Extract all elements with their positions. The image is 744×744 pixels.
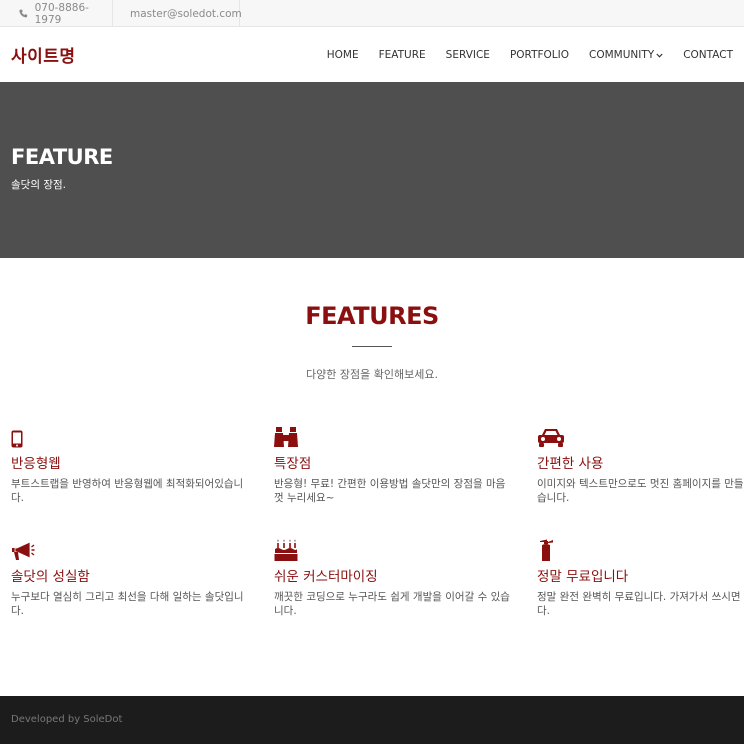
feature-title: 반응형웹 [11,456,61,472]
main-navbar: 사이트명 HOME FEATURE SERVICE PORTFOLIO COMM… [0,28,744,82]
nav-item-community-label: COMMUNITY [589,49,655,61]
feature-item: 간편한 사용 이미지와 텍스트만으로도 멋진 홈페이지를 만들 습니다. [537,424,744,505]
feature-item: 쉬운 커스터마이징 깨끗한 코딩으로 누구라도 쉽게 개발을 이어갈 수 있습 … [274,537,524,618]
title-divider [352,346,392,347]
feature-item: 특장점 반응형! 무료! 간편한 이용방법 솔닷만의 장점을 마음 껏 누리세요… [274,424,524,505]
section-subtitle: 다양한 장점을 확인해보세요. [306,368,438,381]
feature-item: 솔닷의 성실함 누구보다 열심히 그리고 최선을 다해 일하는 솔닷입니 다. [11,537,261,618]
feature-title: 간편한 사용 [537,456,604,472]
chevron-down-icon [656,53,663,58]
feature-title: 솔닷의 성실함 [11,569,90,585]
nav-item-home[interactable]: HOME [327,49,359,61]
nav-item-feature[interactable]: FEATURE [379,49,426,61]
binoculars-icon [274,427,298,447]
feature-title: 쉬운 커스터마이징 [274,569,378,585]
feature-title: 정말 무료입니다 [537,569,629,585]
phone-contact[interactable]: 070-8886-1979 [0,0,113,27]
feature-description: 반응형! 무료! 간편한 이용방법 솔닷만의 장점을 마음 껏 누리세요~ [274,478,506,504]
fire-extinguisher-icon [540,539,553,561]
birthday-cake-icon [274,539,298,561]
phone-icon [19,9,28,18]
top-info-bar: 070-8886-1979 master@soledot.com [0,0,744,27]
nav-item-portfolio[interactable]: PORTFOLIO [510,49,569,61]
email-address: master@soledot.com [130,7,242,20]
footer-credit: Developed by SoleDot [11,714,123,725]
feature-description: 이미지와 텍스트만으로도 멋진 홈페이지를 만들 습니다. [537,478,744,504]
feature-item: 정말 무료입니다 정말 완전 완벽히 무료입니다. 가져가서 쓰시면 다. [537,537,744,618]
email-contact[interactable]: master@soledot.com [113,0,242,27]
feature-description: 정말 완전 완벽히 무료입니다. 가져가서 쓰시면 다. [537,591,741,617]
megaphone-icon [12,541,35,560]
nav-menu: HOME FEATURE SERVICE PORTFOLIO COMMUNITY… [307,28,733,82]
feature-description: 부트스트랩을 반영하여 반응형웹에 최적화되어있습니 다. [11,478,244,504]
section-title: FEATURES [305,302,439,330]
nav-item-contact[interactable]: CONTACT [683,49,733,61]
phone-number: 070-8886-1979 [34,1,89,26]
nav-item-service[interactable]: SERVICE [446,49,490,61]
page-footer: Developed by SoleDot [0,696,744,744]
site-logo[interactable]: 사이트명 [11,42,76,67]
mobile-phone-icon [11,430,23,448]
hero-subtitle: 솔닷의 장점. [11,179,66,191]
feature-item: 반응형웹 부트스트랩을 반영하여 반응형웹에 최적화되어있습니 다. [11,424,261,505]
feature-description: 누구보다 열심히 그리고 최선을 다해 일하는 솔닷입니 다. [11,591,244,617]
feature-title: 특장점 [274,456,312,472]
nav-item-community[interactable]: COMMUNITY [589,49,663,61]
car-icon [538,429,564,447]
hero-banner: FEATURE 솔닷의 장점. [0,82,744,258]
feature-description: 깨끗한 코딩으로 누구라도 쉽게 개발을 이어갈 수 있습 니다. [274,591,510,617]
hero-title: FEATURE [11,145,113,169]
